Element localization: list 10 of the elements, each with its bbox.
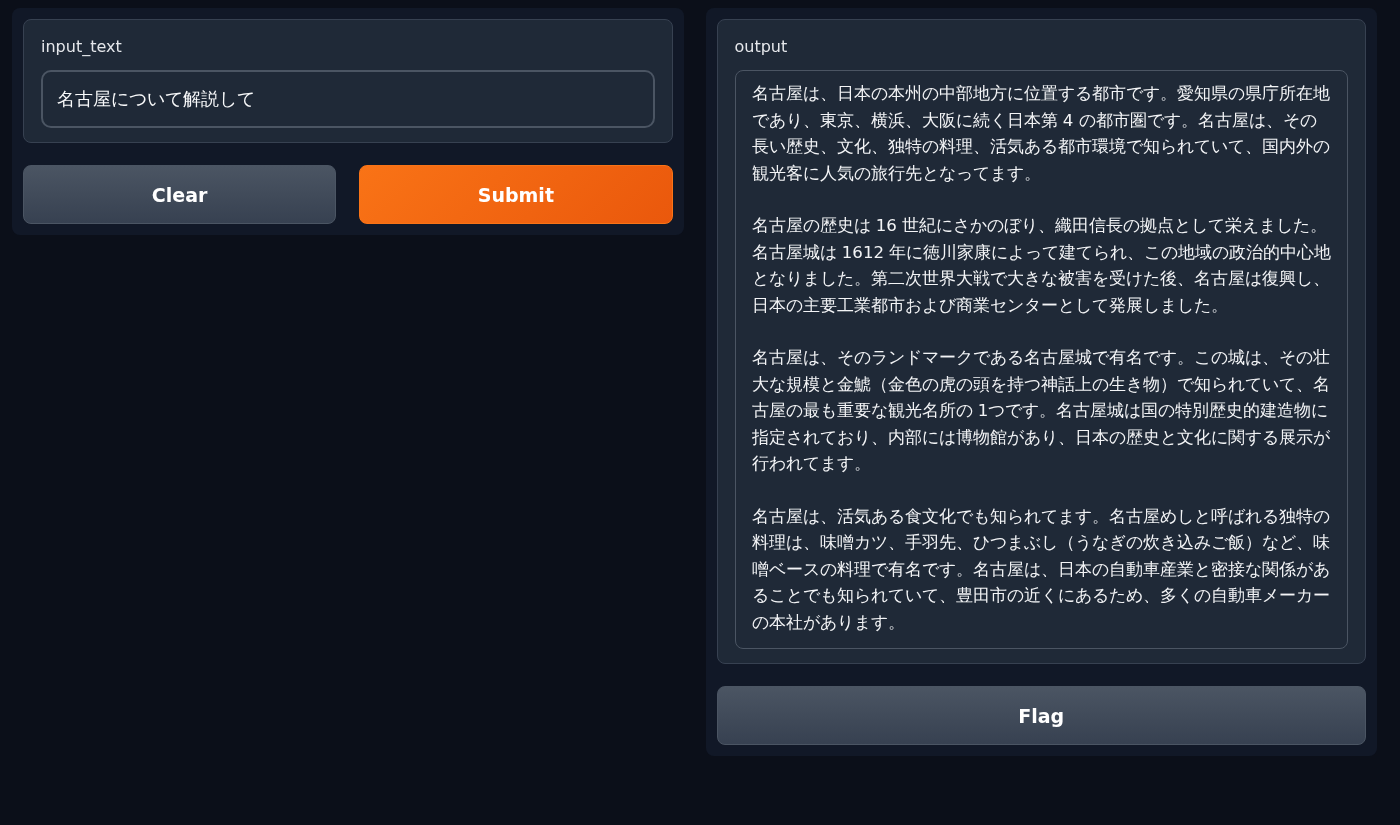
field-label: output — [734, 37, 789, 56]
clear-button[interactable]: Clear — [23, 165, 337, 224]
output-textbox[interactable] — [734, 70, 1348, 649]
input-field[interactable]: 名古屋について解説して — [41, 70, 655, 128]
flag-button[interactable]: Flag — [716, 686, 1366, 745]
output-paragraph: 名古屋は、活気ある食文化でも知られてます。名古屋めしと呼ばれる独特の料理は、味噌カツ、手羽先、ひつまぶし（うなぎの炊き込みご飯）など、味噌ベースの料理で有名です。名古屋は、日本の自動車産業と密接な関係があることでも知られていて、豊田市の近くにあるため、多くの自動車メーカーの本社があります。 — [751, 505, 1331, 634]
output-paragraph: 名古屋の歴史は 16 世紀にさかのぼり、織田信長の拠点として栄えました。名古屋城は 1612 年に徳川家康によって建てられ、この地域の政治的中心地となりました。第二次世界大戦で大きな被害を受けた後、名古屋は復興し、日本の主要工業都市および商業センターとして発展しました。 — [751, 215, 1333, 317]
output-paragraph: 名古屋は、そのランドマークである名古屋城で有名です。この城は、その壮大な規模と金鯱（金色の虎の頭を持つ神話上の生き物）で知られていて、名古屋の最も重要な観光名所の 1つです。名古屋城は国の特別歴史的建造物に指定されており、内部には博物館があり、日本の歴史と文化に関する展示が行われてます。 — [751, 347, 1331, 475]
output-paragraph: 名古屋は、日本の本州の中部地方に位置する都市です。愛知県の県庁所在地であり、東京、横浜、大阪に続く日本第 4 の都市圏です。名古屋は、その長い歴史、文化、独特の料理、活気ある都市環境で知られていて、国内外の観光客に人気の旅行先となってます。 — [751, 83, 1331, 185]
field-label: input_text — [41, 37, 123, 56]
